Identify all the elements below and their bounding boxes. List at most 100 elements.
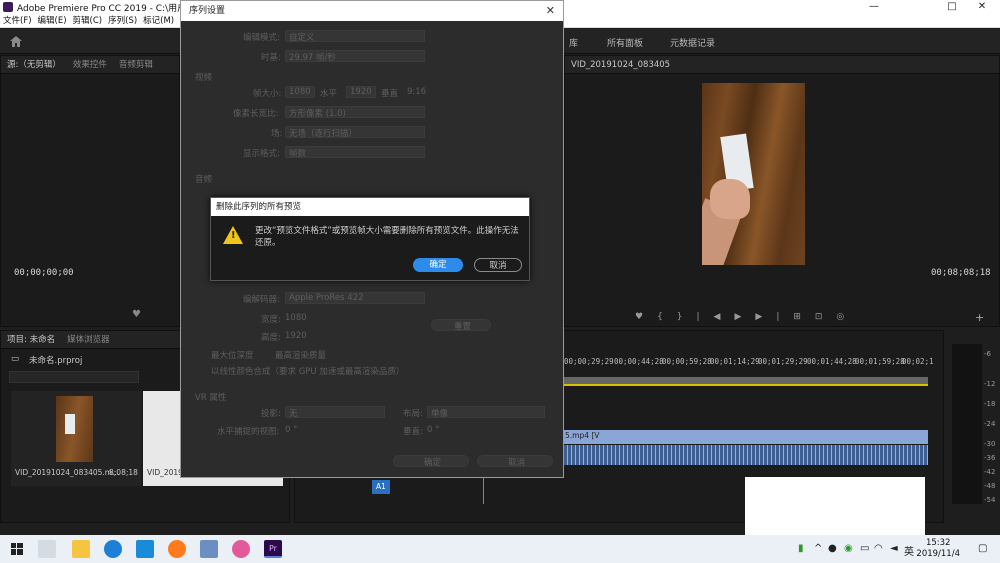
edit-mode-select[interactable]: 自定义 xyxy=(285,30,425,43)
audio-meter: -6 -12 -18 -24 -30 -36 -42 -48 -54 xyxy=(952,344,995,504)
alert-cancel-button[interactable]: 取消 xyxy=(474,258,522,272)
video-clip-label: 5.mp4 [V xyxy=(565,431,600,440)
menu-file[interactable]: 文件(F) xyxy=(0,14,35,28)
ruler-tick: 00;01;44;28 xyxy=(807,357,857,366)
meter-label: -42 xyxy=(984,468,996,476)
marker-icon[interactable]: ♥ xyxy=(132,309,141,320)
vertical-fov-label: 垂直: xyxy=(403,427,423,437)
tab-project[interactable]: 项目: 未命名 xyxy=(1,331,61,348)
meter-label: -18 xyxy=(984,400,996,408)
meter-label: -54 xyxy=(984,496,996,504)
ruler-tick: 00;00;44;28 xyxy=(614,357,664,366)
height-label: 高度: xyxy=(261,333,281,343)
windows-start-icon[interactable] xyxy=(11,543,23,555)
home-icon[interactable] xyxy=(10,36,22,47)
project-file-name: 未命名.prproj xyxy=(29,356,83,366)
projection-select[interactable]: 无 xyxy=(285,406,385,419)
task-view-icon[interactable] xyxy=(38,540,56,558)
menu-sequence[interactable]: 序列(S) xyxy=(105,14,140,28)
mail-app-icon[interactable] xyxy=(136,540,154,558)
vertical-fov-value: 0 ° xyxy=(427,425,440,435)
microphone-icon[interactable]: ● xyxy=(828,543,837,554)
add-button-icon[interactable]: + xyxy=(975,311,984,324)
codec-select[interactable]: Apple ProRes 422 xyxy=(285,292,425,304)
audio-section-title: 音频 xyxy=(195,175,213,185)
minimize-button[interactable]: — xyxy=(856,0,892,14)
meter-label: -30 xyxy=(984,440,996,448)
ruler-tick: 00;01;59;28 xyxy=(855,357,905,366)
linear-color-checkbox[interactable]: 以线性颜色合成（要求 GPU 加速或最高渲染品质） xyxy=(211,365,404,377)
width-label: 宽度: xyxy=(261,315,281,325)
tab-source[interactable]: 源:（无剪辑） xyxy=(1,56,67,73)
fields-label: 场: xyxy=(271,129,283,139)
pixel-aspect-label: 像素长宽比: xyxy=(233,109,279,119)
ime-indicator[interactable]: 英 xyxy=(904,543,914,558)
source-timecode: 00;00;00;00 xyxy=(14,268,74,278)
fields-select[interactable]: 无场（逐行扫描） xyxy=(285,126,425,139)
pixel-aspect-select[interactable]: 方形像素 (1.0) xyxy=(285,106,425,119)
height-value: 1920 xyxy=(285,331,307,341)
frame-width-input[interactable]: 1080 xyxy=(285,86,315,98)
max-bit-depth-checkbox[interactable]: 最大位深度 xyxy=(211,349,254,361)
video-clip[interactable]: 5.mp4 [V xyxy=(564,430,928,444)
menu-edit[interactable]: 编辑(E) xyxy=(35,14,70,28)
tab-effect-controls[interactable]: 效果控件 xyxy=(67,56,113,73)
layout-select[interactable]: 单像 xyxy=(427,406,545,419)
reset-button[interactable]: 重置 xyxy=(431,319,491,332)
track-a1-toggle[interactable]: A1 xyxy=(372,480,390,494)
sequence-ok-button[interactable]: 确定 xyxy=(393,455,469,468)
ruler-tick: 00;01;14;29 xyxy=(710,357,760,366)
workspace-tab-all-panels[interactable]: 所有面板 xyxy=(607,36,643,49)
meter-label: -48 xyxy=(984,482,996,490)
tab-media-browser[interactable]: 媒体浏览器 xyxy=(61,331,116,348)
playhead[interactable] xyxy=(483,474,484,504)
audio-clip[interactable] xyxy=(564,445,928,465)
windows-taskbar: Pr ▮ ^ ● ◉ ▭ ◠ ◄ 英 15:32 2019/11/4 ▢ xyxy=(0,535,1000,563)
projection-label: 投影: xyxy=(261,409,281,419)
tray-chevron-icon[interactable]: ^ xyxy=(814,543,822,554)
timebase-select[interactable]: 29.97 帧/秒 xyxy=(285,50,425,63)
taskbar-clock[interactable]: 15:32 2019/11/4 xyxy=(916,538,960,560)
horizontal-fov-value: 0 ° xyxy=(285,425,298,435)
clock-time: 15:32 xyxy=(925,538,951,548)
firefox-icon[interactable] xyxy=(168,540,186,558)
timebase-label: 时基: xyxy=(261,53,281,63)
ruler-tick: 00;00;59;28 xyxy=(662,357,712,366)
wifi-icon[interactable]: ◠ xyxy=(874,543,883,554)
volume-icon[interactable]: ◄ xyxy=(890,543,898,554)
alert-ok-button[interactable]: 确定 xyxy=(413,258,463,272)
source-panel: 源:（无剪辑） 效果控件 音频剪辑 00;00;00;00 ♥ xyxy=(0,55,180,327)
transport-controls[interactable]: ♥{}|◀▶▶|⊞⊡◎ xyxy=(635,312,935,324)
network-icon[interactable]: ▭ xyxy=(860,543,869,554)
tab-audio-clip[interactable]: 音频剪辑 xyxy=(113,56,159,73)
menu-marker[interactable]: 标记(M) xyxy=(140,14,177,28)
meter-label: -24 xyxy=(984,420,996,428)
display-format-select[interactable]: 帧数 xyxy=(285,146,425,159)
project-search-input[interactable] xyxy=(9,371,139,383)
ruler-tick: 00;02;1 xyxy=(902,357,934,366)
display-format-label: 显示格式: xyxy=(243,149,280,159)
wechat-icon[interactable]: ◉ xyxy=(844,543,853,554)
workspace-tab-library[interactable]: 库 xyxy=(569,36,578,49)
network-app-icon[interactable] xyxy=(200,540,218,558)
frame-height-input[interactable]: 1920 xyxy=(346,86,376,98)
delete-previews-alert: 删除此序列的所有预览 更改“预览文件格式”或预览帧大小需要删除所有预览文件。此操… xyxy=(210,197,530,281)
work-area-bar[interactable] xyxy=(564,377,928,386)
paint-app-icon[interactable] xyxy=(232,540,250,558)
file-explorer-icon[interactable] xyxy=(72,540,90,558)
close-window-button[interactable]: ✕ xyxy=(964,0,1000,14)
edge-browser-icon[interactable] xyxy=(104,540,122,558)
battery-icon[interactable]: ▮ xyxy=(798,543,804,554)
menu-clip[interactable]: 剪辑(C) xyxy=(70,14,106,28)
ruler-tick: 00;00;29;29 xyxy=(564,357,614,366)
workspace-tab-metadata[interactable]: 元数据记录 xyxy=(670,36,715,49)
premiere-taskbar-icon[interactable]: Pr xyxy=(264,540,282,558)
sequence-cancel-button[interactable]: 取消 xyxy=(477,455,553,468)
video-section-title: 视频 xyxy=(195,73,213,83)
max-render-quality-checkbox[interactable]: 最高渲染质量 xyxy=(275,349,326,361)
layout-label: 布局: xyxy=(403,409,423,419)
tab-program[interactable]: VID_20191024_083405 xyxy=(565,56,676,73)
notification-icon[interactable]: ▢ xyxy=(978,543,987,554)
aspect-ratio: 9:16 xyxy=(407,87,427,97)
sequence-dialog-close-icon[interactable]: ✕ xyxy=(546,4,555,17)
